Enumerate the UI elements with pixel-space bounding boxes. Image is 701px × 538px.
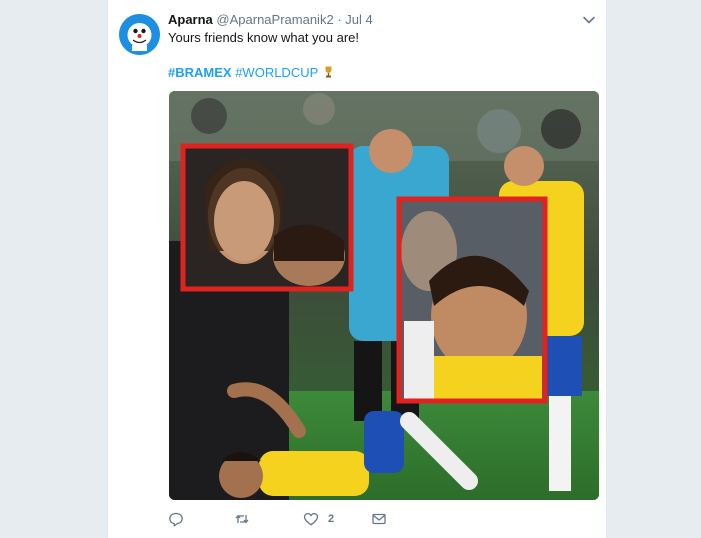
heart-icon [303, 512, 319, 526]
avatar[interactable] [119, 14, 160, 55]
hashtags: #BRAMEX #WORLDCUP [168, 65, 333, 81]
separator: · [337, 12, 342, 27]
retweet-icon [235, 514, 249, 524]
tweet-date[interactable]: Jul 4 [345, 12, 372, 27]
tweet-actions: 2 [168, 510, 408, 530]
reply-icon [169, 512, 183, 527]
tweet-text: Yours friends know what you are! [168, 30, 360, 45]
envelope-icon [372, 513, 386, 525]
hashtag-bramex[interactable]: #BRAMEX [168, 65, 232, 80]
author-handle[interactable]: @AparnaPramanik2 [216, 12, 333, 27]
message-button[interactable] [371, 510, 387, 528]
hashtag-worldcup[interactable]: #WORLDCUP [235, 65, 318, 80]
author-name[interactable]: Aparna [168, 12, 213, 27]
chevron-down-icon[interactable] [582, 13, 596, 27]
tweet-header: Aparna @AparnaPramanik2 · Jul 4 [168, 12, 373, 28]
trophy-icon [325, 66, 332, 78]
reply-button[interactable] [168, 510, 184, 528]
like-button[interactable]: 2 [303, 510, 334, 528]
retweet-button[interactable] [234, 510, 250, 528]
tweet-photo[interactable] [169, 91, 599, 500]
tweet-card[interactable]: Aparna @AparnaPramanik2 · Jul 4 Yours fr… [107, 0, 607, 538]
like-count: 2 [328, 513, 335, 525]
